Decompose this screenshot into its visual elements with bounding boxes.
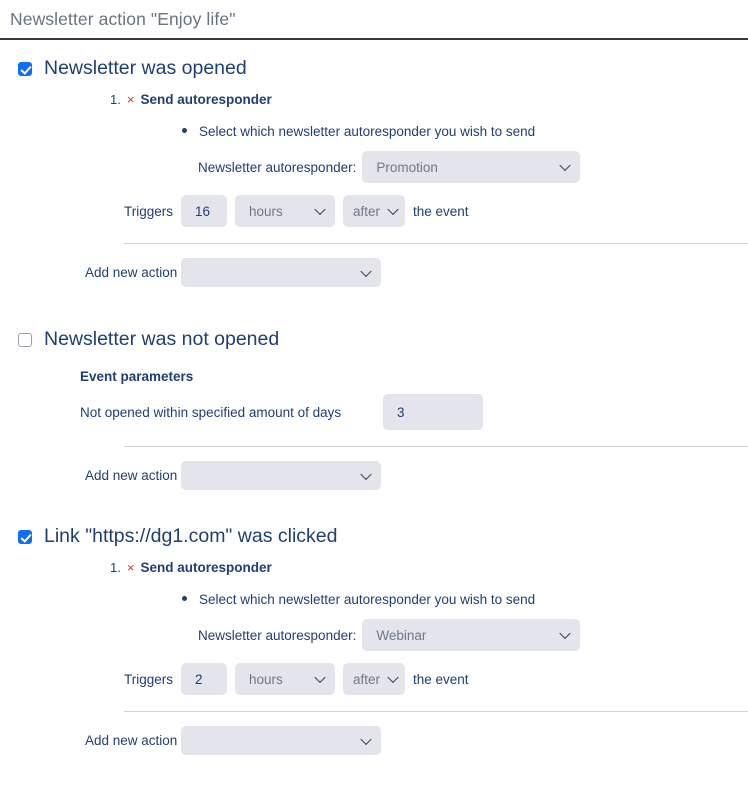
action-title-row: 1. × Send autoresponder bbox=[0, 92, 748, 112]
not-opened-days-value: 3 bbox=[397, 404, 405, 420]
remove-action-icon[interactable]: × bbox=[127, 93, 135, 106]
action-hint-text: Select which newsletter autoresponder yo… bbox=[199, 124, 536, 139]
autoresponder-label-3: Newsletter autoresponder: bbox=[198, 627, 357, 643]
page-title: Newsletter action "Enjoy life" bbox=[10, 9, 236, 29]
action-title: Send autoresponder bbox=[140, 92, 272, 107]
event-parameters-row: Not opened within specified amount of da… bbox=[80, 394, 748, 430]
event-section-newsletter-was-not-opened: Newsletter was not opened Event paramete… bbox=[0, 311, 748, 490]
chevron-down-icon bbox=[360, 733, 372, 745]
triggers-unit-select[interactable]: hours bbox=[235, 195, 336, 227]
triggers-amount-input[interactable]: 16 bbox=[181, 195, 228, 227]
add-action-label-3: Add new action bbox=[85, 733, 178, 748]
chevron-down-icon bbox=[314, 671, 326, 684]
action-hint-row: Select which newsletter autoresponder yo… bbox=[0, 124, 748, 139]
bullet-icon bbox=[182, 128, 187, 133]
event-parameters-block: Event parameters Not opened within speci… bbox=[0, 353, 748, 430]
triggers-direction-value-3: after bbox=[353, 671, 381, 687]
event-label-newsletter-was-opened: Newsletter was opened bbox=[44, 57, 247, 79]
event-header-link-was-clicked[interactable]: Link "https://dg1.com" was clicked bbox=[0, 522, 748, 550]
action-index-3: 1. bbox=[110, 560, 121, 575]
triggers-unit-value-3: hours bbox=[249, 671, 283, 687]
triggers-unit-value: hours bbox=[249, 203, 283, 219]
triggers-direction-value: after bbox=[353, 203, 381, 219]
add-action-row-2: Add new action bbox=[0, 461, 748, 490]
triggers-amount-value: 16 bbox=[195, 203, 211, 219]
section-divider-2 bbox=[124, 446, 748, 447]
triggers-unit-select-3[interactable]: hours bbox=[235, 663, 336, 695]
action-index: 1. bbox=[110, 92, 121, 107]
triggers-trailing-text: the event bbox=[413, 203, 469, 219]
add-action-select-2[interactable] bbox=[181, 461, 381, 490]
chevron-down-icon bbox=[360, 265, 372, 277]
add-action-select-3[interactable] bbox=[181, 726, 381, 755]
event-header-newsletter-was-opened[interactable]: Newsletter was opened bbox=[0, 54, 748, 82]
chevron-down-icon bbox=[387, 203, 399, 216]
chevron-down-icon bbox=[360, 468, 372, 480]
chevron-down-icon bbox=[559, 627, 572, 640]
event-section-link-was-clicked: Link "https://dg1.com" was clicked 1. × … bbox=[0, 508, 748, 755]
checkbox-newsletter-was-not-opened[interactable] bbox=[18, 333, 32, 347]
not-opened-days-label: Not opened within specified amount of da… bbox=[80, 404, 342, 420]
event-label-newsletter-was-not-opened: Newsletter was not opened bbox=[44, 328, 280, 350]
autoresponder-row: Newsletter autoresponder: Promotion bbox=[0, 151, 748, 183]
autoresponder-select-value: Promotion bbox=[376, 159, 438, 175]
triggers-label: Triggers bbox=[124, 203, 174, 219]
page-header: Newsletter action "Enjoy life" bbox=[0, 0, 748, 38]
chevron-down-icon bbox=[314, 203, 326, 216]
add-action-select-1[interactable] bbox=[181, 258, 381, 287]
section-divider-3 bbox=[124, 711, 748, 712]
triggers-row-3: Triggers 2 hours after the event bbox=[0, 663, 748, 695]
action-hint-row-3: Select which newsletter autoresponder yo… bbox=[0, 592, 748, 607]
add-action-row-1: Add new action bbox=[0, 258, 748, 287]
autoresponder-select[interactable]: Promotion bbox=[362, 151, 581, 183]
triggers-direction-select[interactable]: after bbox=[343, 195, 406, 227]
autoresponder-select-value-3: Webinar bbox=[376, 627, 427, 643]
action-hint-text-3: Select which newsletter autoresponder yo… bbox=[199, 592, 536, 607]
event-parameters-title: Event parameters bbox=[80, 369, 194, 384]
autoresponder-select-3[interactable]: Webinar bbox=[362, 619, 581, 651]
triggers-direction-select-3[interactable]: after bbox=[343, 663, 406, 695]
triggers-label-3: Triggers bbox=[124, 671, 174, 687]
action-title-3: Send autoresponder bbox=[140, 560, 272, 575]
add-action-label-2: Add new action bbox=[85, 468, 178, 483]
action-block-1: 1. × Send autoresponder Select which new… bbox=[0, 82, 748, 227]
checkbox-newsletter-was-opened[interactable] bbox=[18, 62, 32, 76]
chevron-down-icon bbox=[387, 671, 399, 684]
event-header-newsletter-was-not-opened[interactable]: Newsletter was not opened bbox=[0, 325, 748, 353]
event-label-link-was-clicked: Link "https://dg1.com" was clicked bbox=[44, 525, 338, 547]
triggers-row: Triggers 16 hours after the event bbox=[0, 195, 748, 227]
add-action-row-3: Add new action bbox=[0, 726, 748, 755]
bullet-icon bbox=[182, 596, 187, 601]
remove-action-icon-3[interactable]: × bbox=[127, 561, 135, 574]
checkbox-link-was-clicked[interactable] bbox=[18, 530, 32, 544]
event-section-newsletter-was-opened: Newsletter was opened 1. × Send autoresp… bbox=[0, 40, 748, 287]
not-opened-days-input[interactable]: 3 bbox=[383, 394, 483, 430]
autoresponder-row-3: Newsletter autoresponder: Webinar bbox=[0, 619, 748, 651]
triggers-amount-input-3[interactable]: 2 bbox=[181, 663, 228, 695]
triggers-amount-value-3: 2 bbox=[195, 671, 203, 687]
autoresponder-label: Newsletter autoresponder: bbox=[198, 159, 357, 175]
chevron-down-icon bbox=[559, 159, 572, 172]
action-title-row-3: 1. × Send autoresponder bbox=[0, 560, 748, 580]
add-action-label-1: Add new action bbox=[85, 265, 178, 280]
action-block-3: 1. × Send autoresponder Select which new… bbox=[0, 550, 748, 695]
triggers-trailing-text-3: the event bbox=[413, 671, 469, 687]
section-divider-1 bbox=[124, 243, 748, 244]
